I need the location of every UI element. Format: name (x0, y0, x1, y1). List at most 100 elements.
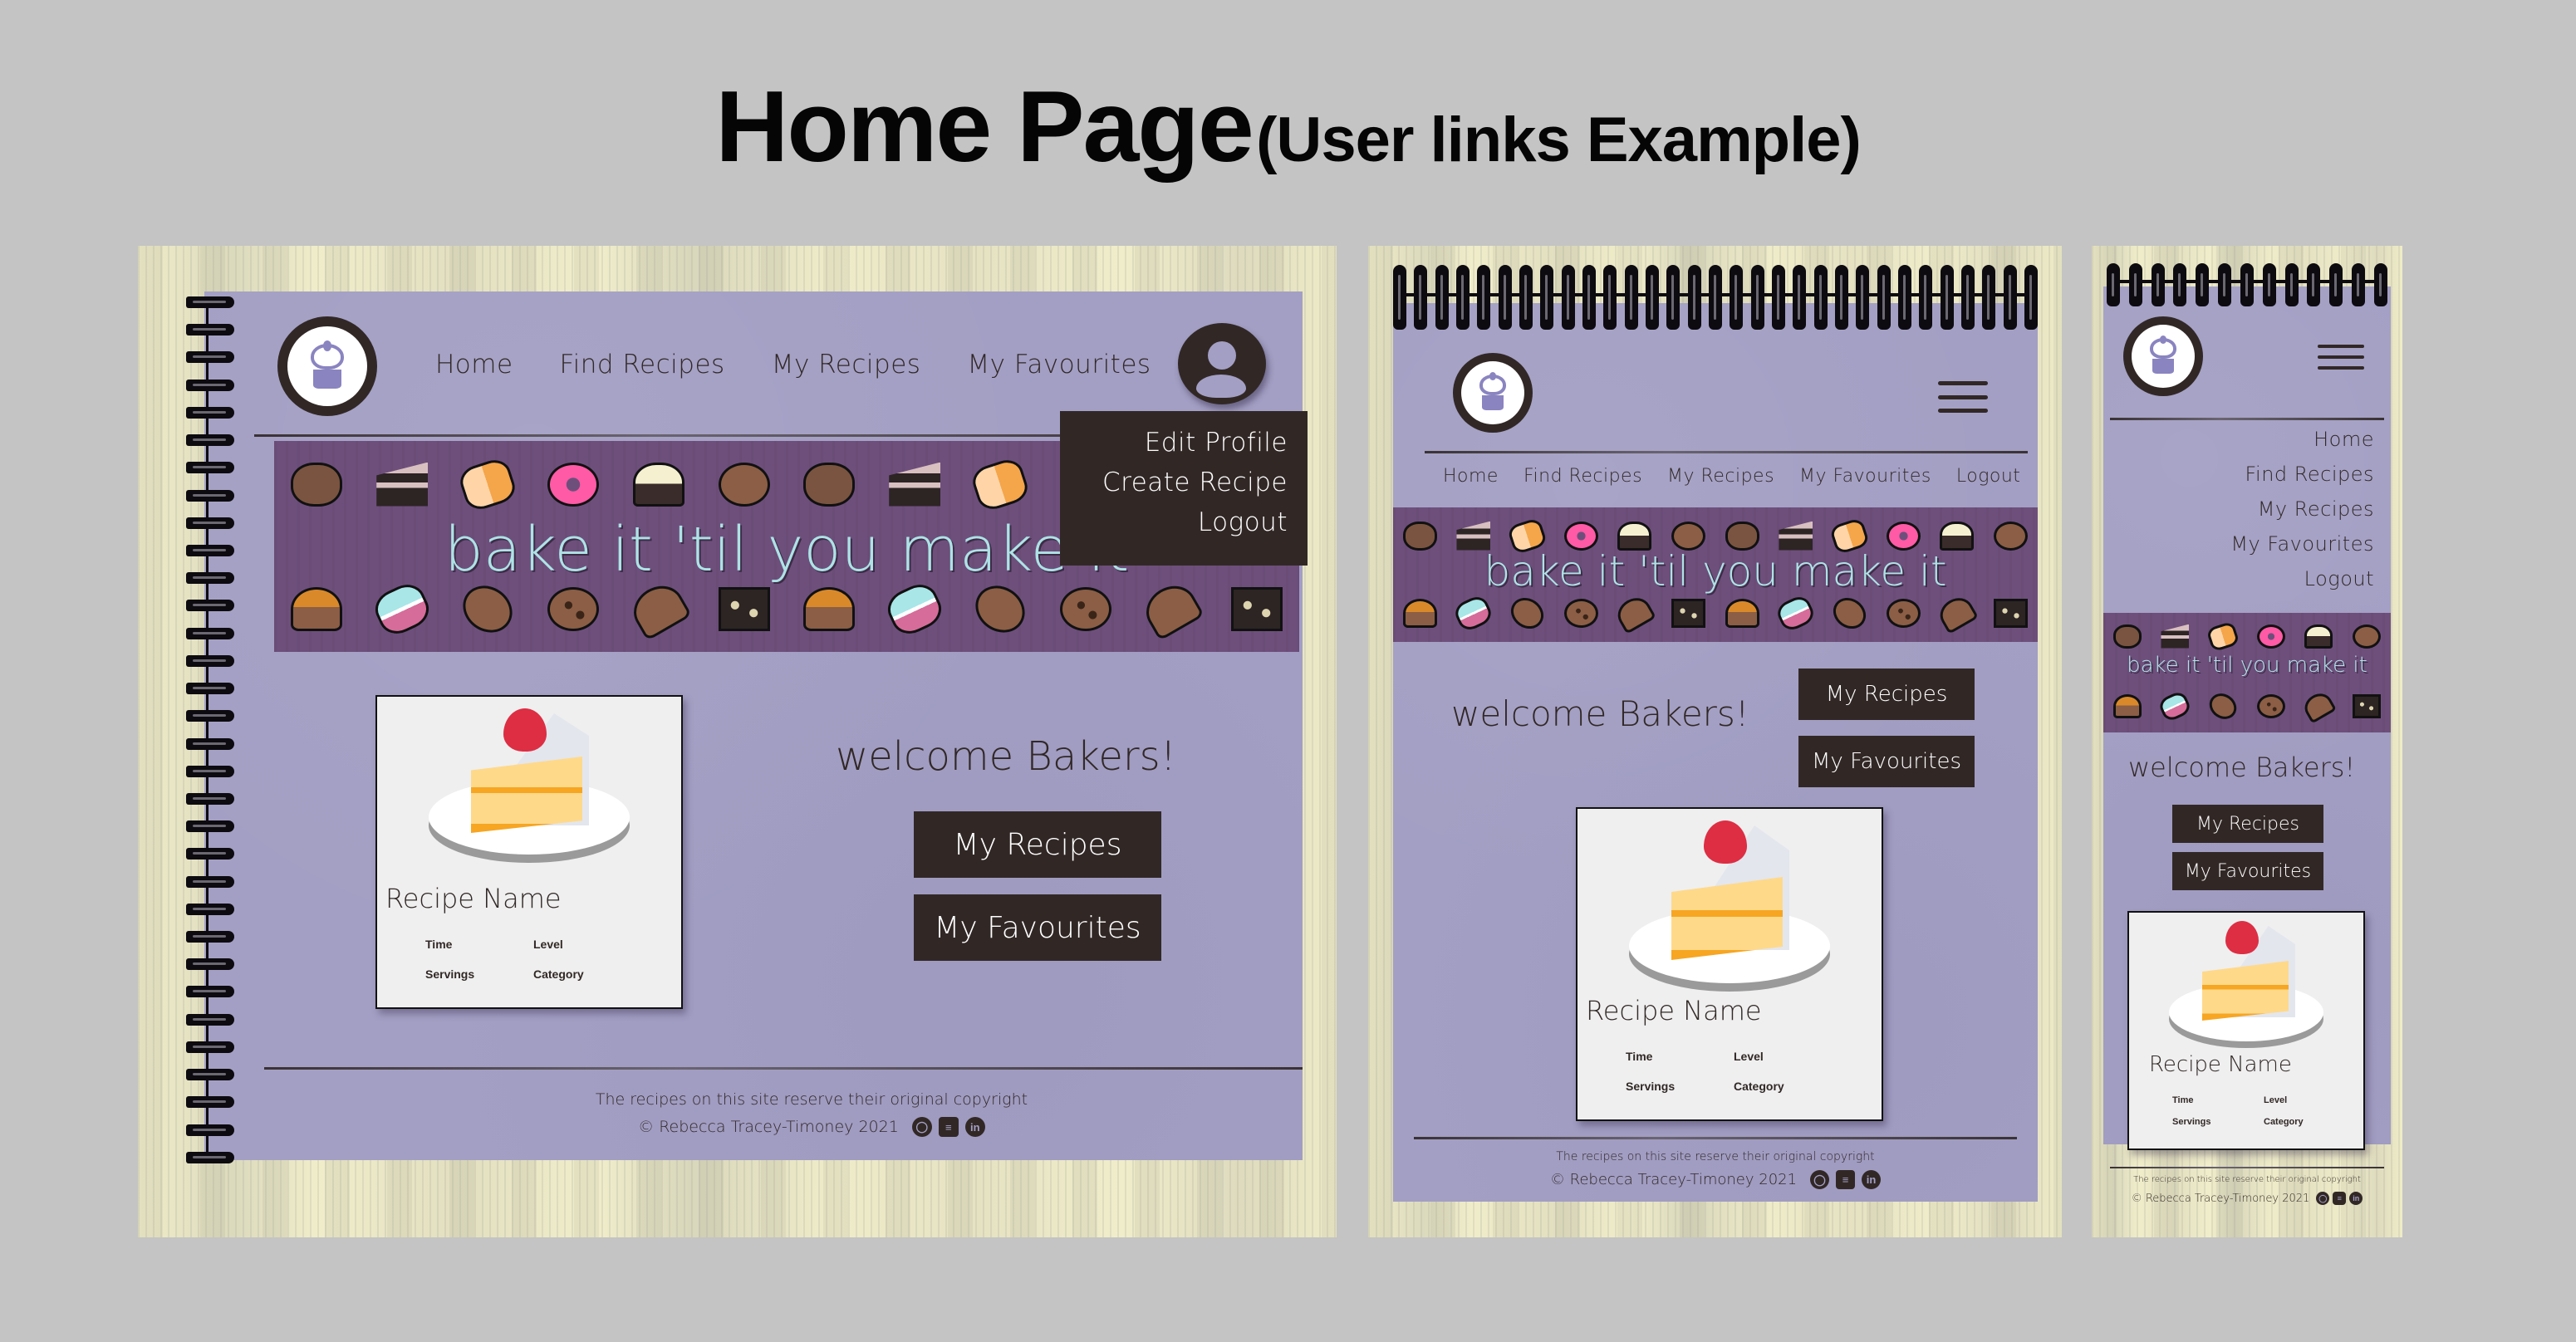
donut-icon (1563, 521, 1598, 551)
macaron-icon (369, 577, 435, 640)
nav-find-recipes[interactable]: Find Recipes (2245, 463, 2374, 486)
meta-servings: Servings (1626, 1080, 1676, 1093)
title-sub: (User links Example) (1256, 105, 1862, 175)
spiral-ring (1687, 265, 1701, 330)
nav-logout[interactable]: Logout (2304, 567, 2374, 590)
recipe-card[interactable]: Recipe Name Time Level Servings Category (2127, 911, 2365, 1150)
tablet-spiral-binding (1393, 265, 2038, 330)
croissant-icon (1137, 576, 1205, 641)
spiral-ring (1856, 265, 1870, 330)
title-main: Home Page (715, 70, 1254, 183)
nav-home[interactable]: Home (2313, 428, 2374, 451)
nav-home[interactable]: Home (1443, 466, 1499, 487)
spiral-ring (186, 1013, 234, 1026)
my-favourites-button[interactable]: My Favourites (914, 894, 1161, 961)
meta-servings: Servings (2172, 1117, 2211, 1127)
cookie-icon (2256, 693, 2285, 718)
menu-create-recipe[interactable]: Create Recipe (1102, 468, 1288, 497)
spiral-ring (186, 931, 234, 943)
banner-treats-bottom (2103, 686, 2391, 726)
nav-logout[interactable]: Logout (1956, 466, 2021, 487)
welcome-heading: welcome Bakers! (836, 733, 1176, 780)
site-logo[interactable] (2118, 311, 2208, 401)
user-avatar-button[interactable] (1178, 323, 1266, 404)
github-icon[interactable]: ◯ (911, 1117, 932, 1137)
nav-my-recipes[interactable]: My Recipes (772, 350, 921, 380)
github-icon[interactable]: ◯ (2316, 1192, 2330, 1205)
macaron-icon (881, 577, 948, 640)
nav-find-recipes[interactable]: Find Recipes (1524, 466, 1642, 487)
spiral-ring (1730, 265, 1744, 330)
cake-icon (1456, 521, 1491, 551)
spiral-ring (1708, 265, 1722, 330)
recipe-card[interactable]: Recipe Name Time Level Servings Category (1576, 807, 1883, 1121)
recipe-name: Recipe Name (1586, 995, 1762, 1026)
hero-banner: bake it 'til you make it (2103, 613, 2391, 732)
cake-icon (889, 462, 941, 507)
my-favourites-button[interactable]: My Favourites (1798, 736, 1975, 787)
cake-icon (2161, 624, 2190, 649)
speech-icon[interactable]: ≡ (938, 1117, 959, 1137)
linkedin-icon[interactable]: in (964, 1117, 985, 1137)
linkedin-icon[interactable]: in (1862, 1170, 1882, 1189)
speech-icon[interactable]: ≡ (2333, 1192, 2347, 1205)
croissant-icon (1612, 591, 1657, 634)
welcome-heading: welcome Bakers! (1451, 693, 1749, 734)
recipe-card[interactable]: Recipe Name Time Level Servings Category (375, 695, 683, 1009)
macaron-icon (1452, 592, 1495, 634)
nav-my-recipes[interactable]: My Recipes (2258, 497, 2374, 521)
pie-icon (1402, 598, 1437, 628)
recipe-meta: Time Level Servings Category (1626, 1050, 1842, 1093)
tablet-page: Home Find Recipes My Recipes My Favourit… (1393, 265, 2038, 1202)
spiral-ring (186, 958, 234, 971)
spiral-ring (2329, 263, 2343, 306)
my-recipes-button[interactable]: My Recipes (2172, 805, 2323, 843)
spiral-ring (186, 517, 234, 529)
pretzel-icon (803, 462, 856, 507)
menu-edit-profile[interactable]: Edit Profile (1145, 428, 1288, 458)
my-recipes-button[interactable]: My Recipes (914, 811, 1161, 878)
croissant-icon (2300, 688, 2338, 724)
spiral-ring (186, 406, 234, 419)
github-icon[interactable]: ◯ (1810, 1170, 1830, 1189)
nav-my-favourites[interactable]: My Favourites (967, 350, 1151, 380)
cookie-icon (547, 586, 599, 631)
my-favourites-button[interactable]: My Favourites (2172, 852, 2323, 890)
tablet-nav: Home Find Recipes My Recipes My Favourit… (1443, 466, 2020, 487)
linkedin-icon[interactable]: in (2349, 1192, 2363, 1205)
spiral-ring (2151, 263, 2165, 306)
my-recipes-button[interactable]: My Recipes (1798, 669, 1975, 720)
spiral-ring (186, 324, 234, 336)
spiral-ring (1877, 265, 1891, 330)
spiral-ring (186, 737, 234, 750)
cupcake-icon (309, 340, 346, 389)
pie-icon (291, 586, 343, 631)
mobile-nav: Home Find Recipes My Recipes My Favourit… (2230, 428, 2374, 590)
spiral-ring (2173, 263, 2187, 306)
hamburger-menu-button[interactable] (1938, 381, 1988, 413)
spiral-ring (186, 848, 234, 860)
footer-copyright-note: The recipes on this site reserve their o… (1556, 1150, 1875, 1163)
spiral-ring (2107, 263, 2120, 306)
loaf-icon (1504, 590, 1550, 635)
meta-level: Level (2264, 1095, 2288, 1105)
spiral-ring (186, 1124, 234, 1136)
meta-time: Time (425, 938, 453, 951)
nav-my-favourites[interactable]: My Favourites (2230, 532, 2374, 556)
menu-logout[interactable]: Logout (1198, 507, 1288, 537)
speech-icon[interactable]: ≡ (1836, 1170, 1856, 1189)
spiral-ring (186, 351, 234, 364)
spiral-ring (186, 792, 234, 805)
pie-icon (1725, 598, 1759, 628)
nav-find-recipes[interactable]: Find Recipes (560, 350, 725, 380)
nav-home[interactable]: Home (435, 350, 513, 380)
site-logo[interactable] (271, 310, 384, 423)
banner-treats-top (2103, 618, 2391, 654)
nav-my-recipes[interactable]: My Recipes (1667, 466, 1774, 487)
hamburger-menu-button[interactable] (2318, 345, 2364, 370)
cookie-icon (1563, 598, 1598, 628)
nav-my-favourites[interactable]: My Favourites (1799, 466, 1931, 487)
site-logo[interactable] (1448, 348, 1538, 438)
footer-divider (1414, 1137, 2017, 1139)
spiral-ring (186, 820, 234, 833)
